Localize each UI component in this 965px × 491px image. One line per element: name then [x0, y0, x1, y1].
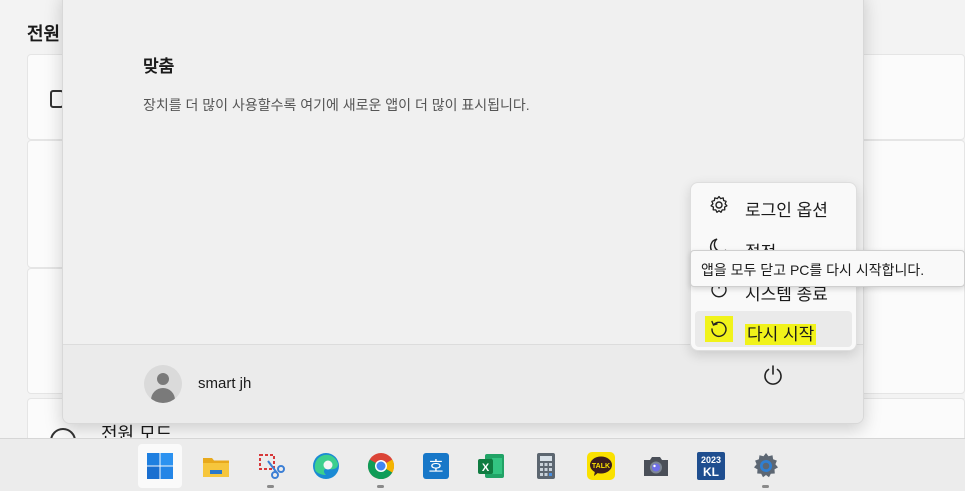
taskbar-file-explorer[interactable] [194, 444, 238, 488]
excel-icon: X [478, 454, 504, 478]
taskbar-hangul[interactable]: 호 [414, 444, 458, 488]
taskbar-chrome[interactable] [359, 444, 403, 488]
scissors-icon [259, 454, 285, 479]
edge-icon [313, 453, 339, 479]
start-menu-footer: smart jh [63, 344, 863, 423]
excel-glyph: X [482, 462, 490, 474]
restart-tooltip: 앱을 모두 닫고 PC를 다시 시작합니다. [690, 250, 965, 287]
gear-icon [710, 195, 728, 213]
kl-app-icon: 2023 KL [697, 452, 725, 480]
section-title: 전원 [27, 24, 61, 44]
user-avatar[interactable] [144, 365, 182, 403]
windows-start-icon [147, 453, 173, 479]
menu-item-label: 로그인 옵션 [745, 201, 828, 220]
menu-item-sign-in-options[interactable]: 로그인 옵션 [695, 187, 852, 223]
taskbar: 호 X TALK 2023 KL [0, 438, 965, 491]
taskbar-calculator[interactable] [524, 444, 568, 488]
taskbar-camera[interactable] [634, 444, 678, 488]
kakaotalk-icon: TALK [587, 452, 615, 480]
recommended-heading: 맞춤 [143, 57, 175, 76]
menu-item-label: 다시 시작 [745, 320, 817, 345]
taskbar-snipping-tool[interactable] [249, 444, 293, 488]
hangul-glyph: 호 [429, 457, 444, 476]
kakaotalk-glyph: TALK [592, 463, 610, 470]
camera-icon [644, 457, 668, 476]
kl-app-letters: KL [703, 465, 719, 479]
taskbar-kakaotalk[interactable]: TALK [579, 444, 623, 488]
settings-gear-icon [754, 453, 778, 478]
cut-off-pinned-row [63, 0, 863, 1]
recommended-empty-text: 장치를 더 많이 사용할수록 여기에 새로운 앱이 더 많이 표시됩니다. [143, 97, 530, 113]
calculator-icon [537, 453, 555, 479]
power-icon [764, 365, 782, 385]
user-name[interactable]: smart jh [198, 375, 251, 392]
menu-item-restart[interactable]: 다시 시작 [695, 311, 852, 347]
hangul-icon: 호 [423, 453, 449, 479]
taskbar-edge[interactable] [304, 444, 348, 488]
highlighted-label: 다시 시작 [745, 324, 817, 345]
kl-app-year: 2023 [701, 455, 721, 465]
chrome-icon [367, 453, 395, 480]
power-button[interactable] [759, 361, 787, 389]
taskbar-start-button[interactable] [138, 444, 182, 488]
taskbar-kl-2023[interactable]: 2023 KL [689, 444, 733, 488]
folder-icon [203, 458, 229, 477]
taskbar-excel[interactable]: X [469, 444, 513, 488]
taskbar-settings[interactable] [744, 444, 788, 488]
restart-icon [711, 320, 727, 338]
